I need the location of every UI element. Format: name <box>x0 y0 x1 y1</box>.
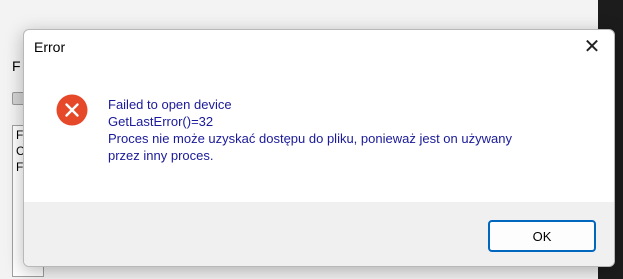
close-icon: ✕ <box>583 35 601 58</box>
error-icon <box>56 94 88 126</box>
dialog-titlebar[interactable]: Error ✕ <box>24 30 614 62</box>
close-button[interactable]: ✕ <box>570 30 614 62</box>
ok-button[interactable]: OK <box>488 220 596 252</box>
message-line: Proces nie może uzyskać dostępu do pliku… <box>108 131 512 146</box>
background-label-fragment: F <box>12 58 21 74</box>
message-line: przez inny proces. <box>108 148 214 163</box>
dialog-content: Failed to open device GetLastError()=32 … <box>24 62 614 202</box>
error-dialog: Error ✕ Failed to open device GetLastErr… <box>23 29 615 267</box>
dialog-footer: OK <box>24 202 614 266</box>
dialog-title: Error <box>34 39 66 55</box>
error-message: Failed to open device GetLastError()=32 … <box>108 96 594 164</box>
message-line: GetLastError()=32 <box>108 114 214 129</box>
message-line: Failed to open device <box>108 97 232 112</box>
